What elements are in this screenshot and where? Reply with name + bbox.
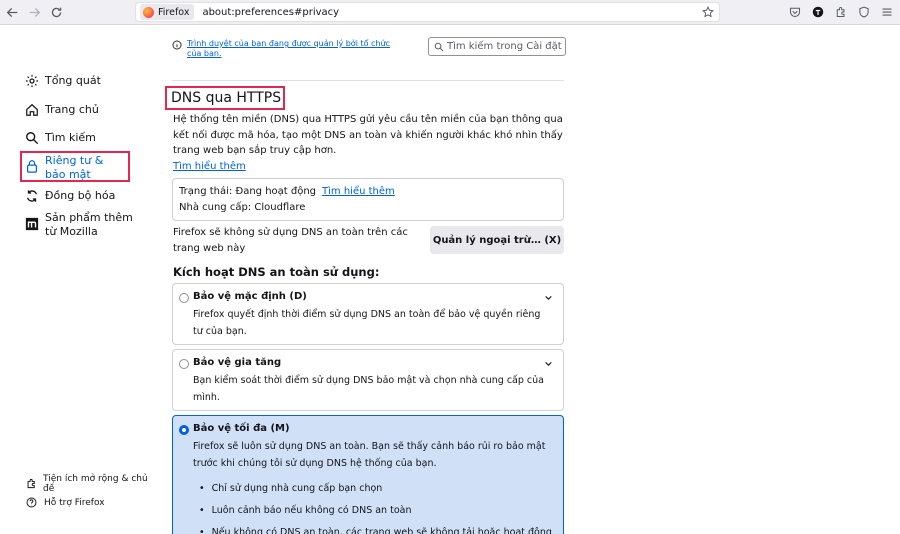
chevron-down-icon[interactable]: [544, 293, 553, 302]
arrow-left-icon: [6, 7, 17, 17]
settings-search-input[interactable]: Tìm kiếm trong Cài đặt: [428, 37, 566, 56]
toolbar-right-icons: [788, 5, 894, 19]
categories-sidebar: Tổng quát Trang chủ Tìm kiếm Riêng tư & …: [0, 25, 150, 534]
policy-notice[interactable]: Trình duyệt của bạn đang được quản lý bở…: [172, 39, 400, 59]
sidebar-item-label: Sản phẩm thêm từ Mozilla: [45, 211, 133, 238]
list-item: Nếu không có DNS an toàn, các trang web …: [199, 522, 552, 534]
puzzle-icon: [26, 478, 37, 490]
sync-icon: [24, 188, 40, 204]
sidebar-item-label: Tổng quát: [45, 74, 101, 87]
sidebar-item-label: Tìm kiếm: [45, 131, 96, 144]
bookmark-star-icon[interactable]: [702, 6, 714, 18]
sidebar-item-general[interactable]: Tổng quát: [24, 73, 101, 89]
shield-button[interactable]: [857, 5, 871, 19]
pocket-icon: [789, 7, 801, 18]
sidebar-item-more-from-mozilla[interactable]: Sản phẩm thêm từ Mozilla: [24, 210, 134, 239]
extensions-themes-link[interactable]: Tiện ích mở rộng & chủ đề: [26, 474, 150, 494]
radio-increased[interactable]: [179, 359, 189, 369]
divider: [172, 80, 564, 81]
provider-label: Nhà cung cấp: Cloudflare: [179, 202, 306, 213]
search-icon: [24, 130, 40, 146]
browser-toolbar: Firefox about:preferences#privacy: [0, 0, 900, 25]
status-label: Trạng thái: Đang hoạt động: [179, 186, 317, 197]
option-increased-protection[interactable]: Bảo vệ gia tăng Bạn kiểm soát thời điểm …: [172, 349, 564, 411]
option-title: Bảo vệ mặc định (D): [193, 291, 307, 302]
firefox-logo-icon: [143, 6, 154, 18]
option-default-protection[interactable]: Bảo vệ mặc định (D) Firefox quyết định t…: [172, 283, 564, 345]
option-bullets: Chỉ sử dụng nhà cung cấp bạn chọn Luôn c…: [199, 478, 552, 534]
sidebar-item-search[interactable]: Tìm kiếm: [24, 130, 96, 146]
menu-button[interactable]: [880, 5, 894, 19]
section-title: DNS qua HTTPS: [171, 90, 282, 106]
sidebar-item-home[interactable]: Trang chủ: [24, 102, 99, 118]
mozilla-icon: [24, 216, 40, 232]
footer-link-label: Tiện ích mở rộng & chủ đề: [43, 474, 148, 494]
reload-icon: [51, 7, 61, 17]
help-icon: [26, 497, 38, 509]
hamburger-menu-icon: [882, 8, 892, 16]
radio-default[interactable]: [179, 293, 189, 303]
learn-more-link[interactable]: Tìm hiểu thêm: [173, 161, 246, 172]
home-icon: [24, 102, 40, 118]
section-description: Hệ thống tên miền (DNS) qua HTTPS gửi yê…: [173, 114, 563, 156]
arrow-right-icon: [29, 7, 40, 17]
firefox-support-link[interactable]: Hỗ trợ Firefox: [26, 497, 105, 509]
sidebar-item-sync[interactable]: Đồng bộ hóa: [24, 188, 115, 204]
back-button[interactable]: [1, 1, 23, 23]
option-description: Firefox quyết định thời điểm sử dụng DNS…: [193, 309, 541, 337]
account-button[interactable]: [811, 5, 825, 19]
radio-max[interactable]: [179, 425, 189, 435]
sidebar-item-label: Trang chủ: [45, 103, 99, 116]
exceptions-text: Firefox sẽ không sử dụng DNS an toàn trê…: [173, 227, 408, 254]
list-item: Chỉ sử dụng nhà cung cấp bạn chọn: [199, 478, 552, 500]
manage-exceptions-button[interactable]: Quản lý ngoại trừ… (X): [430, 226, 564, 254]
shield-icon: [859, 6, 869, 18]
reload-button[interactable]: [45, 1, 67, 23]
option-title: Bảo vệ gia tăng: [193, 357, 282, 368]
info-icon: [172, 40, 182, 50]
extensions-button[interactable]: [834, 5, 848, 19]
identity-label: Firefox: [158, 6, 190, 18]
url-text[interactable]: about:preferences#privacy: [202, 7, 339, 18]
list-item: Luôn cảnh báo nếu không có DNS an toàn: [199, 500, 552, 522]
enable-heading: Kích hoạt DNS an toàn sử dụng:: [173, 265, 380, 279]
option-title: Bảo vệ tối đa (M): [193, 423, 290, 434]
option-description: Firefox sẽ luôn sử dụng DNS an toàn. Bạn…: [193, 441, 546, 469]
identity-box[interactable]: Firefox: [140, 4, 195, 20]
policy-notice-text[interactable]: Trình duyệt của bạn đang được quản lý bở…: [187, 39, 400, 59]
forward-button[interactable]: [23, 1, 45, 23]
puzzle-icon: [836, 7, 845, 17]
chevron-down-icon[interactable]: [544, 359, 553, 368]
preferences-main: Trình duyệt của bạn đang được quản lý bở…: [165, 25, 900, 534]
status-learn-more-link[interactable]: Tìm hiểu thêm: [322, 186, 395, 197]
account-icon: [812, 6, 824, 18]
status-box: Trạng thái: Đang hoạt động Tìm hiểu thêm …: [172, 178, 564, 221]
footer-link-label: Hỗ trợ Firefox: [44, 498, 105, 508]
option-description: Bạn kiểm soát thời điểm sử dụng DNS bảo …: [193, 375, 544, 403]
search-icon: [434, 42, 444, 51]
option-max-protection[interactable]: Bảo vệ tối đa (M) Firefox sẽ luôn sử dụn…: [172, 415, 564, 534]
gear-icon: [24, 73, 40, 89]
pocket-button[interactable]: [788, 5, 802, 19]
selection-highlight: [20, 151, 130, 182]
url-bar[interactable]: Firefox about:preferences#privacy: [135, 2, 720, 22]
search-placeholder: Tìm kiếm trong Cài đặt: [447, 41, 562, 52]
sidebar-item-label: Đồng bộ hóa: [45, 189, 116, 202]
